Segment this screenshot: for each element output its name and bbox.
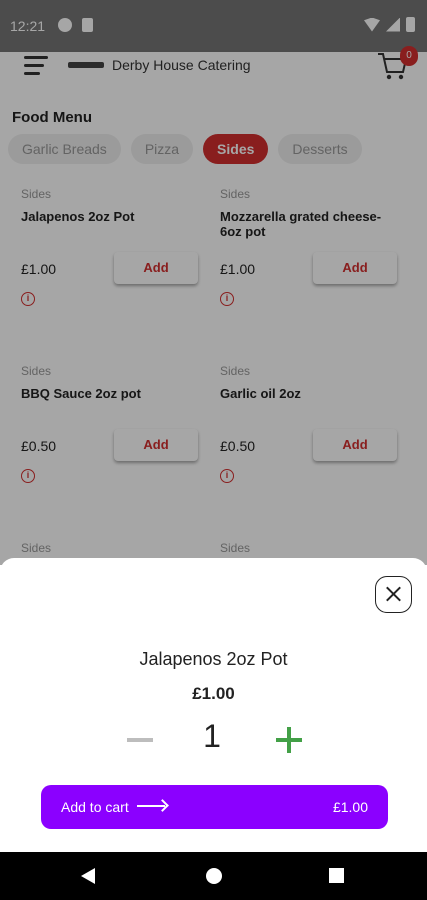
back-icon[interactable] <box>81 868 95 884</box>
arrow-right-icon <box>137 805 165 807</box>
add-to-cart-label: Add to cart <box>61 799 129 815</box>
plus-icon[interactable] <box>276 727 302 753</box>
home-icon[interactable] <box>206 868 222 884</box>
add-to-cart-button[interactable]: Add to cart £1.00 <box>41 785 388 829</box>
recents-icon[interactable] <box>329 868 344 883</box>
minus-icon[interactable] <box>127 738 153 742</box>
system-nav-bar <box>0 852 427 900</box>
quantity-value: 1 <box>203 718 221 754</box>
close-button[interactable] <box>375 576 412 613</box>
modal-scrim[interactable] <box>0 0 427 565</box>
item-bottom-sheet: Jalapenos 2oz Pot £1.00 1 Add to cart £1… <box>0 558 427 852</box>
cart-total: £1.00 <box>332 799 368 815</box>
sheet-item-name: Jalapenos 2oz Pot <box>139 649 288 669</box>
sheet-item-price: £1.00 <box>192 684 235 703</box>
